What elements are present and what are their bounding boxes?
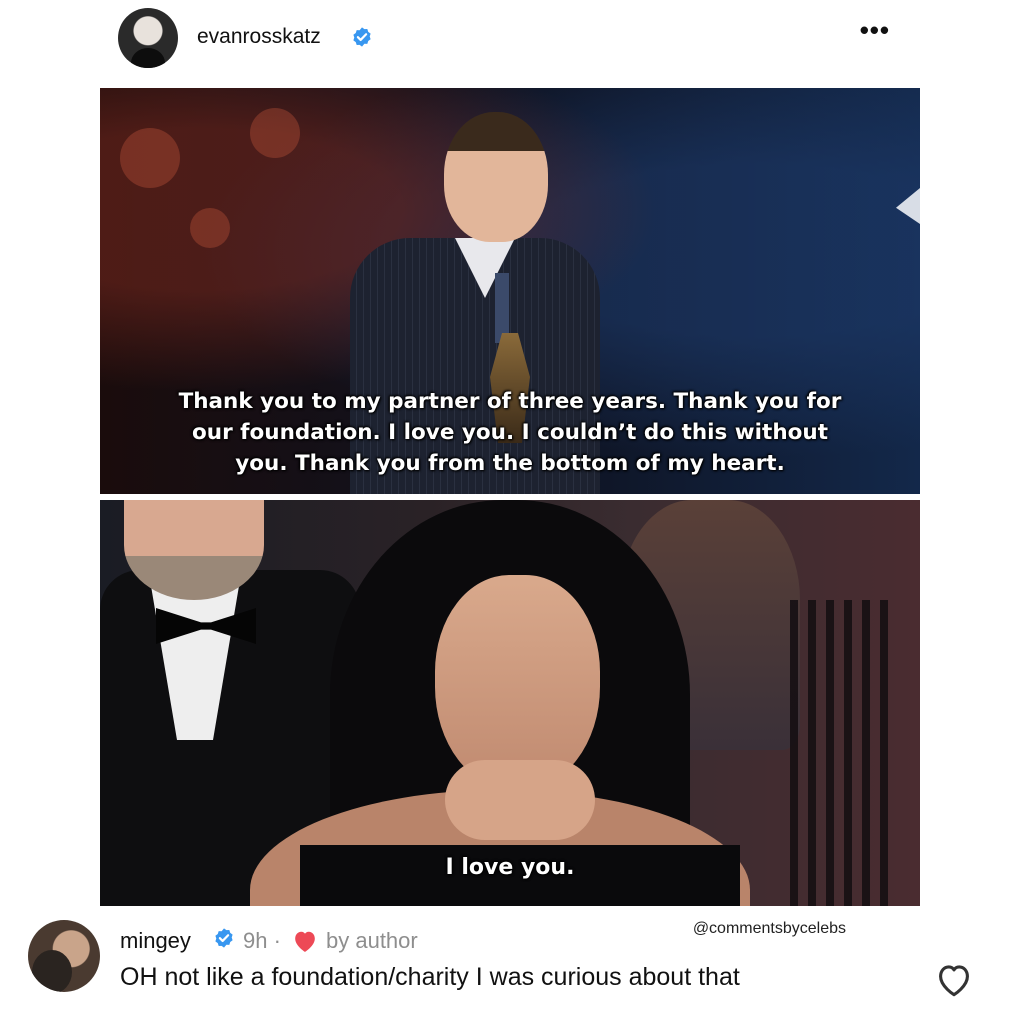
post-image-bottom: I love you.: [100, 500, 920, 906]
heart-outline-icon[interactable]: [934, 962, 974, 998]
post-username[interactable]: evanrosskatz: [197, 25, 321, 49]
profile-avatar[interactable]: [118, 8, 178, 68]
post-header: evanrosskatz •••: [118, 8, 918, 68]
heart-filled-icon: [295, 931, 315, 952]
commenter-avatar[interactable]: [28, 920, 100, 992]
post-image-top: Thank you to my partner of three years. …: [100, 88, 920, 494]
bottom-caption: I love you.: [445, 855, 575, 880]
top-caption: Thank you to my partner of three years. …: [100, 386, 920, 479]
verified-badge-icon: [353, 27, 371, 47]
verified-badge-icon: [215, 928, 233, 948]
caption-line: you. Thank you from the bottom of my hea…: [235, 451, 785, 476]
more-options-icon[interactable]: •••: [860, 17, 890, 43]
watermark: @commentsbycelebs: [692, 920, 846, 937]
caption-line: our foundation. I love you. I couldn’t d…: [192, 420, 828, 445]
comment-timestamp: 9h ·: [243, 928, 281, 953]
comment-text: OH not like a foundation/charity I was c…: [120, 963, 740, 991]
liked-by-author-label: by author: [326, 928, 418, 953]
caption-line: Thank you to my partner of three years. …: [178, 389, 842, 414]
commenter-username[interactable]: mingey: [120, 928, 191, 954]
